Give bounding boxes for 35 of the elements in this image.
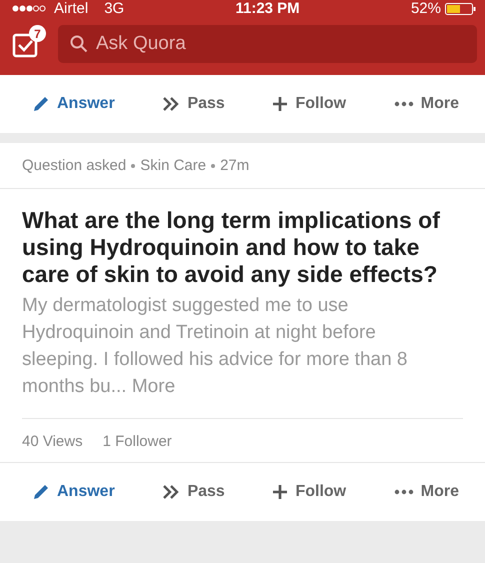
search-field[interactable]: Ask Quora	[58, 25, 477, 63]
ellipsis-icon	[394, 101, 414, 107]
signal-icon	[12, 5, 46, 12]
answer-button[interactable]: Answer	[30, 91, 117, 117]
plus-icon	[272, 484, 288, 500]
separator-dot	[131, 164, 136, 168]
notification-badge: 7	[29, 25, 46, 42]
answer-button[interactable]: Answer	[30, 479, 117, 505]
notifications-icon[interactable]	[12, 31, 40, 59]
network-type: 3G	[104, 0, 124, 17]
more-button[interactable]: More	[392, 479, 461, 505]
double-chevron-icon	[162, 485, 180, 499]
pencil-icon	[32, 95, 50, 113]
question-meta: 27m	[220, 157, 250, 174]
question-body: My dermatologist suggested me to use Hydroquinoin and Tretinoin at night before sleeping. I followed his advice for more than 8 months bu... More	[21, 294, 408, 399]
ellipsis-icon	[394, 489, 414, 495]
follow-button[interactable]: Follow	[270, 91, 348, 117]
question-title[interactable]: What are the long term implications of using Hydroquinoin and how to take care of skin to avoid any side effects?	[0, 189, 485, 288]
question-meta[interactable]: Skin Care	[140, 157, 206, 174]
pass-button[interactable]: Pass	[160, 91, 227, 117]
status-time: 11:23 PM	[235, 0, 300, 17]
question-stat: 1 Follower	[102, 433, 172, 450]
question-meta: Question asked	[22, 157, 126, 174]
separator-dot	[211, 164, 216, 168]
question-stat: 40 Views	[22, 433, 83, 450]
plus-icon	[272, 96, 288, 112]
double-chevron-icon	[162, 97, 180, 111]
battery-icon	[444, 2, 477, 14]
pencil-icon	[32, 483, 50, 501]
more-button[interactable]: More	[392, 91, 461, 117]
pass-button[interactable]: Pass	[160, 479, 227, 505]
carrier-name: Airtel	[54, 0, 88, 17]
search-icon	[70, 35, 88, 53]
follow-button[interactable]: Follow	[270, 479, 348, 505]
battery-percent: 52%	[410, 0, 441, 17]
